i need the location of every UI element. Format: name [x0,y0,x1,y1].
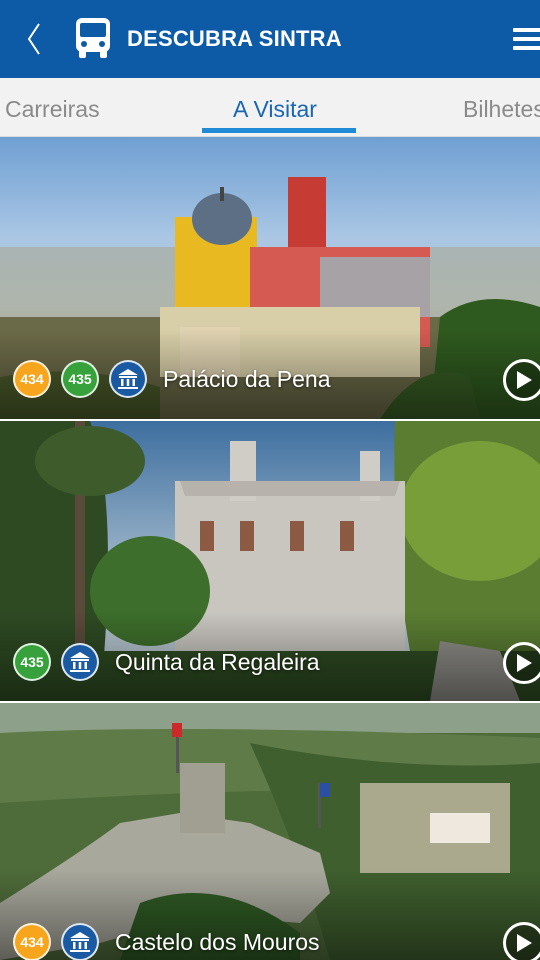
route-badge-434[interactable]: 434 [13,923,51,960]
tab-carreiras[interactable]: Carreiras [5,96,100,123]
app-title: DESCUBRA SINTRA [127,26,342,51]
menu-button[interactable] [505,22,540,56]
place-card-quinta-da-regaleira[interactable]: 435 Quinta da Regaleira [0,421,540,701]
bus-icon [76,18,110,58]
places-list: 434 435 Palácio da Pena 435 Quinta da Re… [0,137,540,960]
place-title: Palácio da Pena [163,365,331,392]
play-icon[interactable] [503,922,540,960]
play-icon[interactable] [503,359,540,401]
monument-icon [61,923,99,960]
tab-bar: Carreiras A Visitar Bilhetes [0,78,540,137]
place-card-castelo-dos-mouros[interactable]: 434 Castelo dos Mouros [0,703,540,960]
hamburger-menu-icon [513,28,540,32]
monument-icon [109,360,147,398]
route-badge-435[interactable]: 435 [61,360,99,398]
tab-bilhetes[interactable]: Bilhetes [463,96,540,123]
route-badge-434[interactable]: 434 [13,360,51,398]
monument-icon [61,643,99,681]
active-tab-indicator [202,128,356,133]
place-title: Castelo dos Mouros [115,928,320,955]
app-header: DESCUBRA SINTRA [0,0,540,78]
place-info: 435 Quinta da Regaleira [13,643,320,681]
chevron-left-icon [27,23,40,55]
tab-a-visitar[interactable]: A Visitar [233,96,317,123]
place-info: 434 Castelo dos Mouros [13,923,320,960]
back-button[interactable] [16,18,52,60]
place-title: Quinta da Regaleira [115,648,320,675]
play-icon[interactable] [503,642,540,684]
place-card-palacio-da-pena[interactable]: 434 435 Palácio da Pena [0,137,540,419]
route-badge-435[interactable]: 435 [13,643,51,681]
place-info: 434 435 Palácio da Pena [13,360,331,398]
